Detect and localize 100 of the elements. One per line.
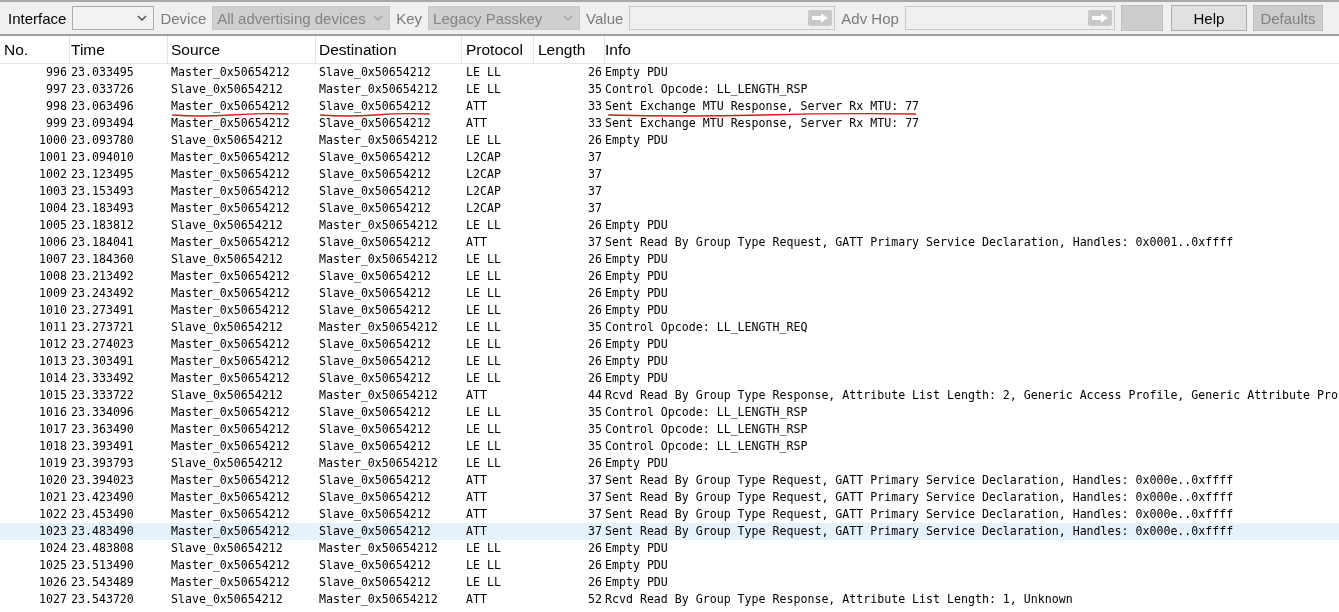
column-header[interactable]: Length (534, 36, 605, 63)
packet-row[interactable]: 1017 23.363490 Master_0x50654212 Slave_0x50654212 LE LL 35 Control Opcode: LL_LENGTH_RSP (0, 421, 1339, 438)
packet-row[interactable]: 1011 23.273721 Slave_0x50654212 Master_0x50654212 LE LL 35 Control Opcode: LL_LENGTH_REQ (0, 319, 1339, 336)
packet-time: 23.393793 (71, 455, 134, 472)
packet-number: 1022 (39, 506, 67, 523)
source-address: Master_0x50654212 (171, 336, 290, 353)
protocol-name: LE LL (466, 64, 501, 81)
destination-address: Slave_0x50654212 (319, 285, 431, 302)
packet-row[interactable]: 997 23.033726 Slave_0x50654212 Master_0x50654212 LE LL 35 Control Opcode: LL_LENGTH_RSP (0, 81, 1339, 98)
destination-address: Master_0x50654212 (319, 319, 438, 336)
destination-address: Slave_0x50654212 (319, 472, 431, 489)
protocol-name: LE LL (466, 574, 501, 591)
source-address: Master_0x50654212 (171, 370, 290, 387)
packet-row[interactable]: 1003 23.153493 Master_0x50654212 Slave_0x50654212 L2CAP 37 (0, 183, 1339, 200)
destination-address: Master_0x50654212 (319, 540, 438, 557)
protocol-name: L2CAP (466, 200, 501, 217)
packet-row[interactable]: 998 23.063496 Master_0x50654212 Slave_0x50654212 ATT 33 Sent Exchange MTU Response, Server Rx MTU: 77 (0, 98, 1339, 115)
packet-time: 23.184360 (71, 251, 134, 268)
packet-time: 23.093780 (71, 132, 134, 149)
packet-row[interactable]: 1000 23.093780 Slave_0x50654212 Master_0x50654212 LE LL 26 Empty PDU (0, 132, 1339, 149)
packet-row[interactable]: 1014 23.333492 Master_0x50654212 Slave_0x50654212 LE LL 26 Empty PDU (0, 370, 1339, 387)
packet-length: 35 (588, 404, 602, 421)
packet-row[interactable]: 1005 23.183812 Slave_0x50654212 Master_0x50654212 LE LL 26 Empty PDU (0, 217, 1339, 234)
packet-row[interactable]: 1010 23.273491 Master_0x50654212 Slave_0x50654212 LE LL 26 Empty PDU (0, 302, 1339, 319)
source-address: Master_0x50654212 (171, 98, 290, 115)
packet-time: 23.243492 (71, 285, 134, 302)
packet-time: 23.483808 (71, 540, 134, 557)
packet-row[interactable]: 1016 23.334096 Master_0x50654212 Slave_0x50654212 LE LL 35 Control Opcode: LL_LENGTH_RSP (0, 404, 1339, 421)
packet-time: 23.543489 (71, 574, 134, 591)
destination-address: Slave_0x50654212 (319, 574, 431, 591)
protocol-name: LE LL (466, 132, 501, 149)
packet-number: 996 (46, 64, 67, 81)
packet-row[interactable]: 1019 23.393793 Slave_0x50654212 Master_0x50654212 LE LL 26 Empty PDU (0, 455, 1339, 472)
protocol-name: L2CAP (466, 149, 501, 166)
column-header[interactable]: No. (0, 36, 70, 63)
packet-info: Empty PDU (605, 64, 668, 81)
packet-time: 23.123495 (71, 166, 134, 183)
column-header[interactable]: Time (70, 36, 168, 63)
packet-row[interactable]: 1018 23.393491 Master_0x50654212 Slave_0x50654212 LE LL 35 Control Opcode: LL_LENGTH_RSP (0, 438, 1339, 455)
packet-row[interactable]: 1001 23.094010 Master_0x50654212 Slave_0x50654212 L2CAP 37 (0, 149, 1339, 166)
packet-length: 52 (588, 591, 602, 608)
protocol-name: LE LL (466, 217, 501, 234)
destination-address: Slave_0x50654212 (319, 353, 431, 370)
packet-row[interactable]: 1009 23.243492 Master_0x50654212 Slave_0x50654212 LE LL 26 Empty PDU (0, 285, 1339, 302)
packet-time: 23.153493 (71, 183, 134, 200)
packet-info: Control Opcode: LL_LENGTH_RSP (605, 421, 808, 438)
packet-time: 23.063496 (71, 98, 134, 115)
protocol-name: ATT (466, 489, 487, 506)
packet-row[interactable]: 1002 23.123495 Master_0x50654212 Slave_0x50654212 L2CAP 37 (0, 166, 1339, 183)
packet-row[interactable]: 1023 23.483490 Master_0x50654212 Slave_0x50654212 ATT 37 Sent Read By Group Type Request, GATT Primary Service Declaration, Handles: 0x000e..0xffff (0, 523, 1339, 540)
packet-row[interactable]: 1026 23.543489 Master_0x50654212 Slave_0x50654212 LE LL 26 Empty PDU (0, 574, 1339, 591)
packet-length: 26 (588, 336, 602, 353)
column-header[interactable]: Source (168, 36, 316, 63)
source-address: Master_0x50654212 (171, 166, 290, 183)
column-header[interactable]: Protocol (462, 36, 534, 63)
packet-length: 37 (588, 166, 602, 183)
destination-address: Slave_0x50654212 (319, 200, 431, 217)
packet-time: 23.094010 (71, 149, 134, 166)
column-header[interactable]: Destination (316, 36, 462, 63)
packet-row[interactable]: 1006 23.184041 Master_0x50654212 Slave_0x50654212 ATT 37 Sent Read By Group Type Request, GATT Primary Service Declaration, Handles: 0x0001..0xffff (0, 234, 1339, 251)
packet-row[interactable]: 1015 23.333722 Slave_0x50654212 Master_0x50654212 ATT 44 Rcvd Read By Group Type Response, Attribute List Length: 2, Generic Access Profile, Generic Attribute Pro (0, 387, 1339, 404)
destination-address: Slave_0x50654212 (319, 98, 431, 115)
protocol-name: LE LL (466, 370, 501, 387)
packet-row[interactable]: 1020 23.394023 Master_0x50654212 Slave_0x50654212 ATT 37 Sent Read By Group Type Request, GATT Primary Service Declaration, Handles: 0x000e..0xffff (0, 472, 1339, 489)
packet-row[interactable]: 1007 23.184360 Slave_0x50654212 Master_0x50654212 LE LL 26 Empty PDU (0, 251, 1339, 268)
protocol-name: L2CAP (466, 166, 501, 183)
source-address: Master_0x50654212 (171, 115, 290, 132)
packet-row[interactable]: 1012 23.274023 Master_0x50654212 Slave_0x50654212 LE LL 26 Empty PDU (0, 336, 1339, 353)
packet-number: 1006 (39, 234, 67, 251)
packet-info: Empty PDU (605, 557, 668, 574)
packet-time: 23.453490 (71, 506, 134, 523)
packet-row[interactable]: 1004 23.183493 Master_0x50654212 Slave_0x50654212 L2CAP 37 (0, 200, 1339, 217)
packet-row[interactable]: 999 23.093494 Master_0x50654212 Slave_0x50654212 ATT 33 Sent Exchange MTU Response, Server Rx MTU: 77 (0, 115, 1339, 132)
packet-length: 37 (588, 234, 602, 251)
packet-number: 1018 (39, 438, 67, 455)
source-address: Slave_0x50654212 (171, 217, 283, 234)
protocol-name: ATT (466, 115, 487, 132)
destination-address: Slave_0x50654212 (319, 506, 431, 523)
packet-row[interactable]: 1025 23.513490 Master_0x50654212 Slave_0x50654212 LE LL 26 Empty PDU (0, 557, 1339, 574)
packet-row[interactable]: 1027 23.543720 Slave_0x50654212 Master_0x50654212 ATT 52 Rcvd Read By Group Type Response, Attribute List Length: 1, Unknown (0, 591, 1339, 608)
protocol-name: LE LL (466, 353, 501, 370)
packet-row[interactable]: 1022 23.453490 Master_0x50654212 Slave_0x50654212 ATT 37 Sent Read By Group Type Request, GATT Primary Service Declaration, Handles: 0x000e..0xffff (0, 506, 1339, 523)
column-header[interactable]: Info (605, 36, 1339, 63)
dropdown[interactable] (72, 6, 155, 30)
packet-number: 1010 (39, 302, 67, 319)
packet-number: 1005 (39, 217, 67, 234)
packet-number: 1023 (39, 523, 67, 540)
packet-time: 23.543720 (71, 591, 134, 608)
packet-row[interactable]: 996 23.033495 Master_0x50654212 Slave_0x50654212 LE LL 26 Empty PDU (0, 64, 1339, 81)
packet-row[interactable]: 1021 23.423490 Master_0x50654212 Slave_0x50654212 ATT 37 Sent Read By Group Type Request, GATT Primary Service Declaration, Handles: 0x000e..0xffff (0, 489, 1339, 506)
packet-length: 44 (588, 387, 602, 404)
packet-length: 26 (588, 251, 602, 268)
packet-time: 23.033726 (71, 81, 134, 98)
packet-row[interactable]: 1024 23.483808 Slave_0x50654212 Master_0x50654212 LE LL 26 Empty PDU (0, 540, 1339, 557)
packet-length: 26 (588, 217, 602, 234)
packet-row[interactable]: 1008 23.213492 Master_0x50654212 Slave_0x50654212 LE LL 26 Empty PDU (0, 268, 1339, 285)
button[interactable]: Help (1170, 5, 1247, 31)
destination-address: Master_0x50654212 (319, 132, 438, 149)
packet-info: Sent Read By Group Type Request, GATT Primary Service Declaration, Handles: 0x000e..0xffff (605, 523, 1234, 540)
packet-row[interactable]: 1013 23.303491 Master_0x50654212 Slave_0x50654212 LE LL 26 Empty PDU (0, 353, 1339, 370)
